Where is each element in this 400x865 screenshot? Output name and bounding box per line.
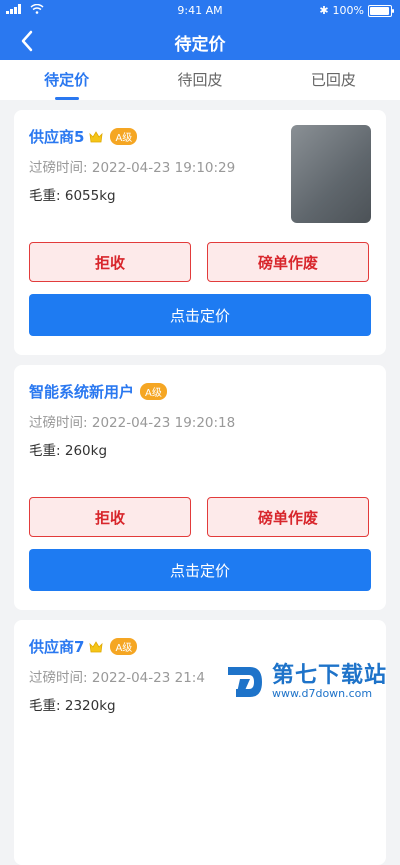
weigh-time: 过磅时间: 2022-04-23 21:4 (29, 666, 205, 686)
weigh-time: 过磅时间: 2022-04-23 19:20:18 (29, 411, 235, 431)
d7-logo-icon (228, 667, 262, 697)
gross-weight-value: 260kg (64, 443, 108, 459)
site-watermark: 第七下载站 www.d7down.com (224, 657, 394, 707)
reject-button[interactable]: 拒收 (29, 497, 191, 537)
weigh-photo[interactable] (291, 125, 371, 223)
set-price-button[interactable]: 点击定价 (29, 549, 371, 591)
status-right: ✱ 100% (319, 4, 394, 17)
gross-weight-value: 2320kg (64, 698, 116, 714)
set-price-button[interactable]: 点击定价 (29, 294, 371, 336)
weigh-time-value: 2022-04-23 19:20:18 (91, 415, 236, 431)
app-header: 9:41 AM ✱ 100% 待定价 (0, 0, 400, 60)
status-bar: 9:41 AM ✱ 100% (0, 0, 400, 22)
gross-weight-label: 毛重: (29, 188, 61, 204)
nav-bar: 待定价 (0, 22, 400, 60)
weigh-time-label: 过磅时间: (29, 160, 88, 176)
weigh-time-value: 2022-04-23 21:4 (91, 670, 205, 686)
level-badge: A级 (140, 383, 167, 400)
page-title: 待定价 (174, 35, 226, 55)
gross-weight-value: 6055kg (64, 188, 116, 204)
order-card: 供应商5 A级 过磅时间: 2022-04-23 19:10:29 毛重: 60… (14, 110, 386, 355)
battery-icon (368, 4, 394, 17)
tab-pending-price[interactable]: 待定价 (0, 60, 133, 100)
weigh-time-label: 过磅时间: (29, 415, 88, 431)
bluetooth-icon: ✱ (319, 4, 329, 17)
level-badge: A级 (110, 128, 138, 145)
tab-tare-done[interactable]: 已回皮 (267, 60, 400, 100)
card-title-row: 供应商7 A级 (29, 636, 138, 657)
gross-weight: 毛重: 6055kg (29, 184, 116, 204)
gross-weight: 毛重: 2320kg (29, 694, 116, 714)
watermark-url: www.d7down.com (272, 687, 373, 700)
tab-pending-tare[interactable]: 待回皮 (133, 60, 266, 100)
gross-weight-label: 毛重: (29, 443, 61, 459)
weigh-time-label: 过磅时间: (29, 670, 88, 686)
card-title-row: 智能系统新用户 A级 (29, 381, 167, 402)
gross-weight: 毛重: 260kg (29, 439, 107, 459)
watermark-text: 第七下载站 www.d7down.com (272, 664, 387, 700)
weigh-time-value: 2022-04-23 19:10:29 (91, 160, 236, 176)
watermark-main: 第七下载站 (272, 663, 388, 688)
gross-weight-label: 毛重: (29, 698, 61, 714)
crown-icon (89, 130, 103, 142)
reject-button[interactable]: 拒收 (29, 242, 191, 282)
void-ticket-button[interactable]: 磅单作废 (207, 497, 369, 537)
battery-percent: 100% (332, 4, 364, 17)
tab-bar: 待定价 待回皮 已回皮 (0, 60, 400, 100)
level-badge: A级 (110, 638, 138, 655)
void-ticket-button[interactable]: 磅单作废 (207, 242, 369, 282)
crown-icon (89, 640, 103, 652)
weigh-time: 过磅时间: 2022-04-23 19:10:29 (29, 156, 235, 176)
card-title-row: 供应商5 A级 (29, 126, 138, 147)
supplier-name[interactable]: 供应商5 (29, 126, 84, 147)
supplier-name[interactable]: 智能系统新用户 (29, 381, 134, 402)
supplier-name[interactable]: 供应商7 (29, 636, 84, 657)
order-card: 智能系统新用户 A级 过磅时间: 2022-04-23 19:20:18 毛重:… (14, 365, 386, 610)
